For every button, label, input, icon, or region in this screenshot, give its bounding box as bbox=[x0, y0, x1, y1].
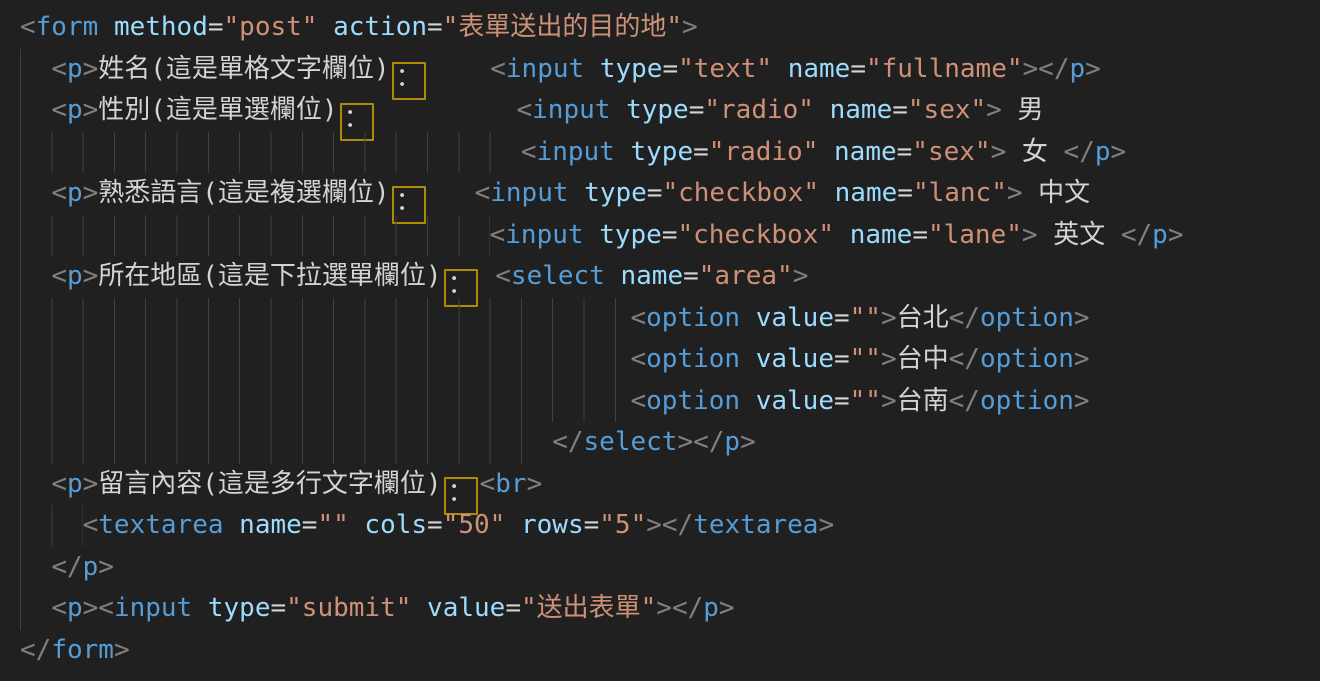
indent-guides bbox=[20, 132, 521, 174]
indent-guides bbox=[20, 256, 51, 298]
indent-guides bbox=[20, 464, 51, 506]
code-line: <input type="radio" name="sex"> 女 </p> bbox=[20, 132, 1320, 174]
indent-guides bbox=[20, 422, 552, 464]
indent-guides bbox=[20, 215, 490, 257]
indent-guides bbox=[20, 505, 83, 547]
code-line: <option value="">台中</option> bbox=[20, 339, 1320, 381]
code-line: <p>留言內容(這是多行文字欄位)：<br> bbox=[20, 464, 1320, 506]
code-line: <p><input type="submit" value="送出表單"></p… bbox=[20, 588, 1320, 630]
code-line: <p>姓名(這是單格文字欄位)： <input type="text" name… bbox=[20, 49, 1320, 91]
indent-guides bbox=[20, 547, 51, 589]
code-line: <option value="">台北</option> bbox=[20, 298, 1320, 340]
code-line: <option value="">台南</option> bbox=[20, 381, 1320, 423]
code-line: </select></p> bbox=[20, 422, 1320, 464]
code-line: </form> bbox=[20, 630, 1320, 672]
code-editor[interactable]: <form method="post" action="表單送出的目的地"> <… bbox=[0, 0, 1320, 681]
code-line: <p>熟悉語言(這是複選欄位)： <input type="checkbox" … bbox=[20, 173, 1320, 215]
indent-guides bbox=[20, 49, 51, 91]
indent-guides bbox=[20, 90, 51, 132]
indent-guides bbox=[20, 381, 630, 423]
code-line: <textarea name="" cols="50" rows="5"></t… bbox=[20, 505, 1320, 547]
indent-guides bbox=[20, 588, 51, 630]
code-line: <form method="post" action="表單送出的目的地"> bbox=[20, 7, 1320, 49]
code-line: <p>性別(這是單選欄位)： <input type="radio" name=… bbox=[20, 90, 1320, 132]
code-line: </p> bbox=[20, 547, 1320, 589]
indent-guides bbox=[20, 298, 630, 340]
code-line: <input type="checkbox" name="lane"> 英文 <… bbox=[20, 215, 1320, 257]
indent-guides bbox=[20, 339, 630, 381]
indent-guides bbox=[20, 173, 51, 215]
code-line: <p>所在地區(這是下拉選單欄位)： <select name="area"> bbox=[20, 256, 1320, 298]
